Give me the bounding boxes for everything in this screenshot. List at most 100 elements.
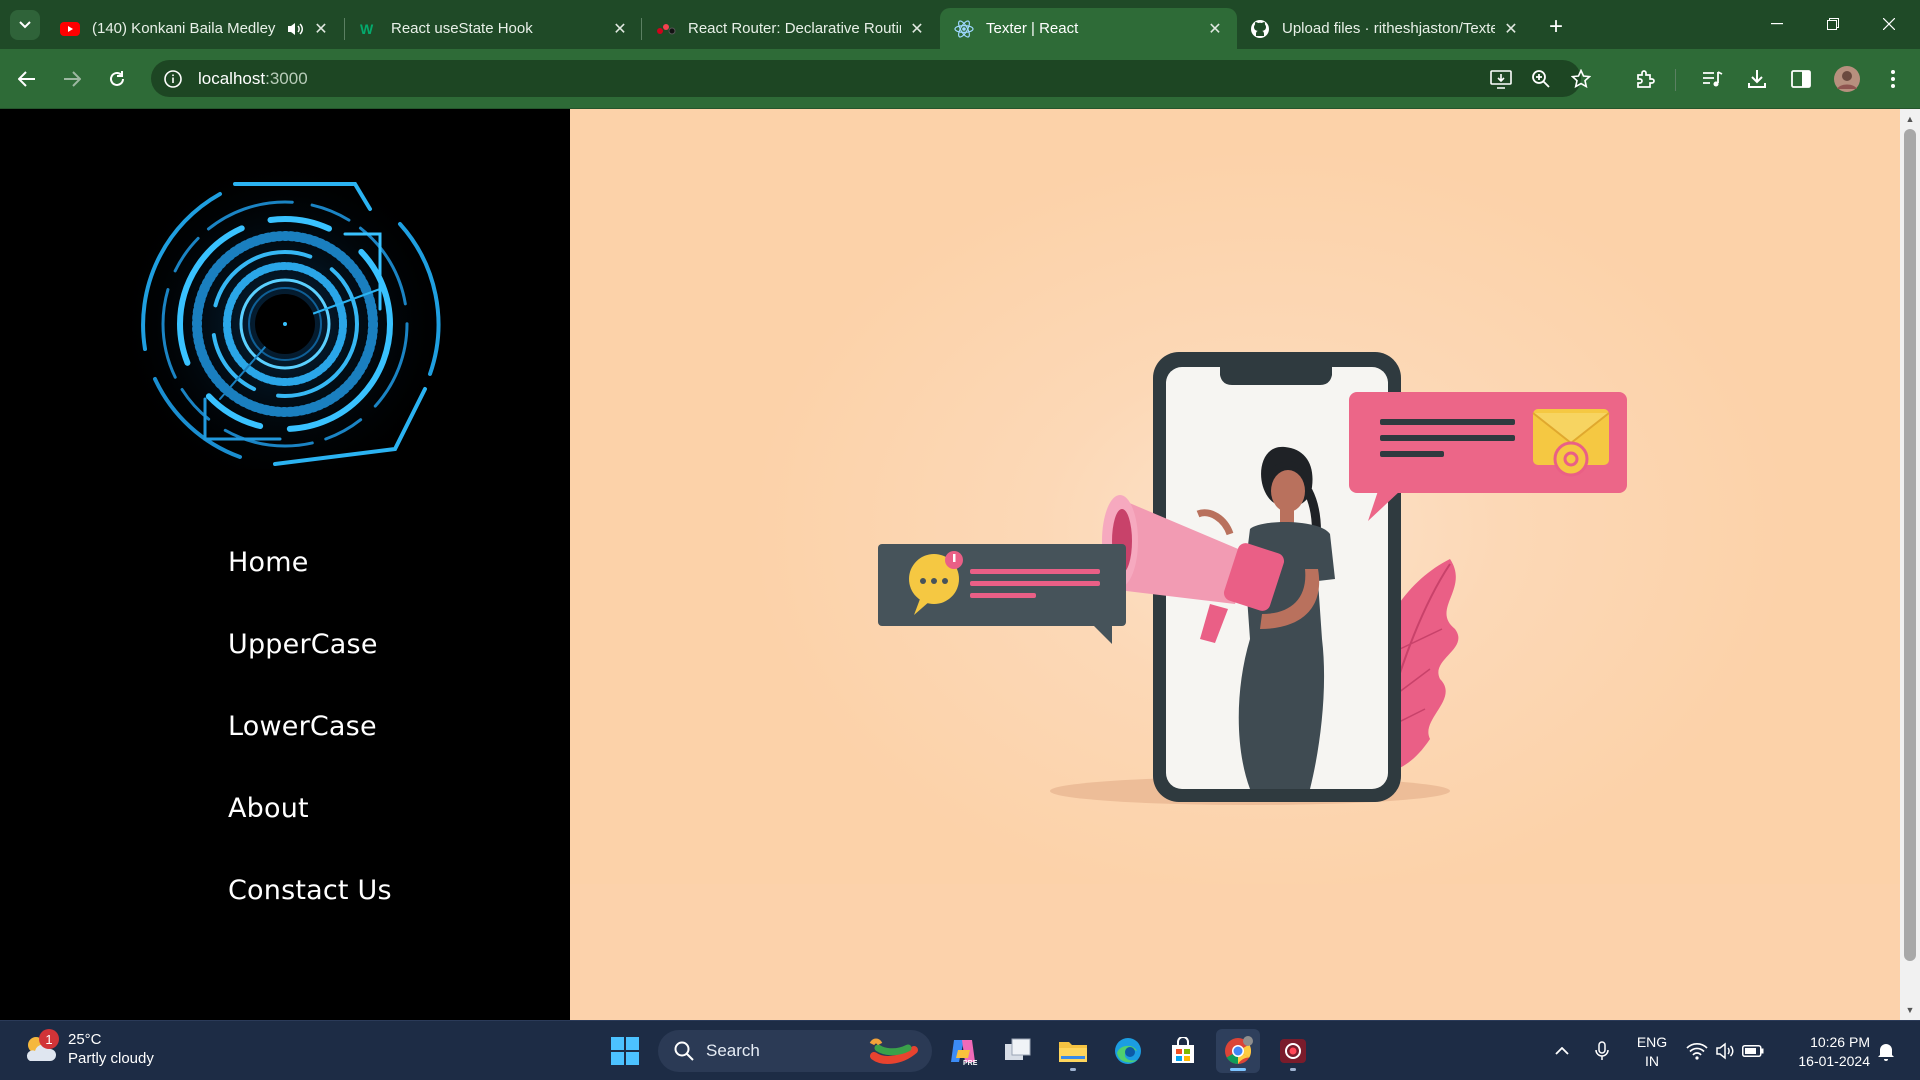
close-window-button[interactable] <box>1866 8 1912 40</box>
wifi-icon <box>1686 1042 1708 1060</box>
folder-icon <box>1059 1042 1087 1062</box>
nav-link-about[interactable]: About <box>228 792 392 874</box>
page-scrollbar[interactable]: ▲ ▼ <box>1900 109 1920 1020</box>
notifications-tray[interactable] <box>1874 1039 1898 1063</box>
taskbar-file-explorer[interactable] <box>1051 1029 1095 1073</box>
close-icon[interactable]: ✕ <box>907 19 927 39</box>
clock-date: 16-01-2024 <box>1798 1053 1870 1069</box>
tab-strip: (140) Konkani Baila Medley ✕ W React use… <box>0 0 1920 49</box>
site-info-icon[interactable] <box>162 68 184 90</box>
tab-youtube[interactable]: (140) Konkani Baila Medley ✕ <box>46 8 343 49</box>
chili-peppers-icon <box>869 1038 918 1064</box>
profile-button[interactable] <box>1831 63 1863 95</box>
zoom-icon[interactable] <box>1529 67 1553 91</box>
tab-title: React useState Hook <box>391 20 533 37</box>
speaker-icon <box>1716 1042 1734 1060</box>
tab-react-usestate[interactable]: W React useState Hook ✕ <box>345 8 642 49</box>
wifi-tray[interactable] <box>1685 1039 1709 1063</box>
download-icon <box>1748 70 1766 88</box>
close-icon[interactable]: ✕ <box>1501 19 1521 39</box>
forward-button[interactable] <box>56 63 88 95</box>
partly-cloudy-icon: 1 <box>22 1029 59 1067</box>
task-view-icon <box>1005 1038 1031 1060</box>
microphone-tray[interactable] <box>1590 1039 1614 1063</box>
downloads-button[interactable] <box>1741 63 1773 95</box>
screen-recorder-icon <box>1280 1039 1306 1063</box>
weather-widget[interactable]: 1 25°C Partly cloudy <box>22 1029 154 1068</box>
input-language[interactable]: ENG IN <box>1634 1033 1670 1071</box>
chevron-down-icon <box>19 21 31 29</box>
taskbar-search[interactable]: Search <box>658 1030 932 1072</box>
tab-react-router[interactable]: React Router: Declarative Routing ✕ <box>642 8 939 49</box>
tab-title: (140) Konkani Baila Medley <box>92 20 276 37</box>
minimize-button[interactable] <box>1754 8 1800 40</box>
taskbar-clock[interactable]: 10:26 PM 16-01-2024 <box>1778 1033 1870 1071</box>
react-router-icon <box>656 19 676 39</box>
taskbar-chrome[interactable] <box>1216 1029 1260 1073</box>
taskbar-edge[interactable] <box>1106 1029 1150 1073</box>
restore-icon <box>1827 18 1839 30</box>
close-icon <box>1883 18 1895 30</box>
tab-github-upload[interactable]: Upload files · ritheshjaston/Texter ✕ <box>1236 8 1533 49</box>
app-running-indicator <box>1070 1068 1076 1071</box>
windows-icon <box>611 1037 639 1065</box>
start-button[interactable] <box>603 1029 647 1073</box>
svg-text:PRE: PRE <box>963 1060 978 1066</box>
chevron-up-icon <box>1555 1047 1569 1055</box>
microphone-icon <box>1595 1041 1609 1060</box>
taskbar-recorder[interactable] <box>1271 1029 1315 1073</box>
reload-button[interactable] <box>101 63 133 95</box>
extensions-button[interactable] <box>1630 63 1662 95</box>
store-icon <box>1172 1037 1194 1063</box>
arrow-right-icon <box>64 71 81 87</box>
install-app-icon[interactable] <box>1489 67 1513 91</box>
taskbar-copilot[interactable]: PRE <box>941 1029 985 1073</box>
battery-icon <box>1742 1045 1764 1057</box>
nav-link-home[interactable]: Home <box>228 546 392 628</box>
restore-button[interactable] <box>1810 8 1856 40</box>
cyber-eye-logo <box>110 139 470 494</box>
battery-tray[interactable] <box>1741 1039 1765 1063</box>
weather-badge: 1 <box>39 1029 59 1049</box>
address-bar[interactable]: localhost:3000 <box>151 60 1591 97</box>
arrow-left-icon <box>18 71 35 87</box>
new-tab-button[interactable]: + <box>1542 13 1570 41</box>
url-host: localhost <box>198 68 266 88</box>
react-icon <box>954 19 974 39</box>
back-button[interactable] <box>11 63 43 95</box>
tab-texter-active[interactable]: Texter | React ✕ <box>940 8 1237 49</box>
media-control-button[interactable] <box>1697 63 1729 95</box>
side-panel-button[interactable] <box>1785 63 1817 95</box>
nav-link-contact[interactable]: Constact Us <box>228 874 392 956</box>
tab-search-button[interactable] <box>10 10 40 40</box>
show-hidden-icons[interactable] <box>1550 1039 1574 1063</box>
reload-icon <box>110 71 124 86</box>
scroll-down-icon[interactable]: ▼ <box>1904 1004 1916 1016</box>
close-icon[interactable]: ✕ <box>311 19 331 39</box>
close-icon[interactable]: ✕ <box>1205 19 1225 39</box>
toolbar-divider <box>1675 69 1676 91</box>
youtube-icon <box>60 19 80 39</box>
github-icon <box>1250 19 1270 39</box>
nav-link-uppercase[interactable]: UpperCase <box>228 628 392 710</box>
puzzle-icon <box>1637 70 1655 88</box>
scrollbar-thumb[interactable] <box>1904 129 1916 961</box>
volume-tray[interactable] <box>1713 1039 1737 1063</box>
url-port: :3000 <box>265 68 308 88</box>
taskbar-task-view[interactable] <box>996 1029 1040 1073</box>
browser-menu-button[interactable] <box>1877 63 1909 95</box>
browser-toolbar: localhost:3000 <box>0 49 1920 109</box>
avatar <box>1834 66 1860 92</box>
speaker-icon[interactable] <box>285 21 305 37</box>
woman-megaphone-phone-illustration <box>830 229 1630 829</box>
bookmark-star-icon[interactable] <box>1569 67 1593 91</box>
scroll-up-icon[interactable]: ▲ <box>1904 113 1916 125</box>
taskbar-store[interactable] <box>1161 1029 1205 1073</box>
close-icon[interactable]: ✕ <box>610 19 630 39</box>
hero-floor <box>570 884 1900 1020</box>
windows-taskbar: 1 25°C Partly cloudy Search PRE ENG IN 1… <box>0 1020 1920 1080</box>
app-running-indicator <box>1230 1068 1246 1071</box>
nav-link-lowercase[interactable]: LowerCase <box>228 710 392 792</box>
minimize-icon <box>1771 23 1783 25</box>
chat-bubble-left <box>878 544 1126 644</box>
